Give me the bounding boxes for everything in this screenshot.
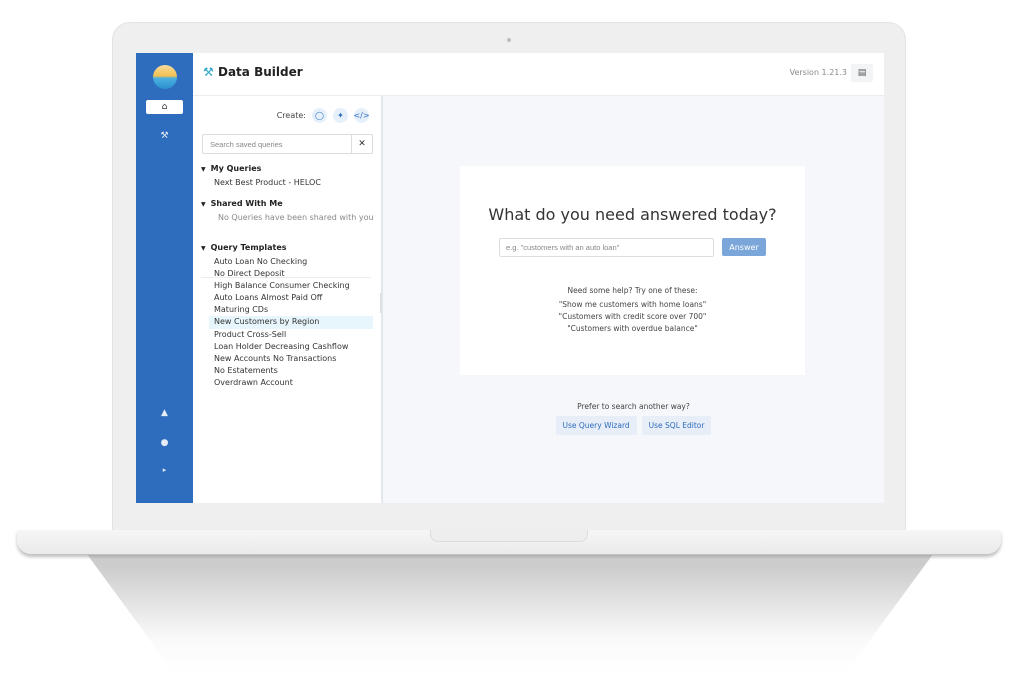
app-screen: ⌂ ⚒ ▲ ● ▸ ⚒ Data Builder Version 1.21.3 … <box>136 53 884 503</box>
book-icon: ▤ <box>857 68 867 78</box>
laptop-camera <box>507 38 511 42</box>
laptop-shadow <box>87 555 933 675</box>
search-box: ✕ <box>202 134 373 154</box>
prefer-label: Prefer to search another way? <box>577 402 690 411</box>
bank-button[interactable]: ⌂ <box>146 100 183 114</box>
nav-rail: ⌂ ⚒ ▲ ● ▸ <box>136 53 193 503</box>
logo-icon[interactable] <box>153 65 177 89</box>
laptop-notch <box>430 530 588 542</box>
create-sql-button[interactable]: </> <box>353 108 370 123</box>
template-list: Auto Loan No Checking No Direct Deposit … <box>209 256 373 389</box>
sql-editor-button[interactable]: Use SQL Editor <box>641 416 712 435</box>
clear-search-button[interactable]: ✕ <box>351 135 372 153</box>
help-title: Need some help? Try one of these: <box>567 286 698 295</box>
query-wizard-button[interactable]: Use Query Wizard <box>555 416 637 435</box>
bank-icon: ⌂ <box>161 102 168 112</box>
wrench-icon[interactable]: ⚒ <box>136 131 193 141</box>
query-sidebar: Create: ◯ ✦ </> ✕ ▼My Queries Next Best … <box>193 96 383 503</box>
template-item-selected[interactable]: New Customers by Region <box>209 316 373 329</box>
caret-down-icon: ▼ <box>201 166 206 173</box>
main-content: What do you need answered today? Answer … <box>383 96 884 503</box>
wand-icon: ✦ <box>337 111 344 120</box>
template-item[interactable]: High Balance Consumer Checking <box>209 280 373 292</box>
search-input[interactable] <box>203 135 351 153</box>
templates-header[interactable]: ▼ Query Templates <box>201 243 287 252</box>
docs-button[interactable]: ▤ <box>851 64 873 82</box>
suggestion[interactable]: "Customers with credit score over 700" <box>460 312 805 321</box>
code-icon: </> <box>353 111 370 120</box>
top-bar: ⚒ Data Builder Version 1.21.3 ▤ <box>193 53 884 96</box>
my-queries-header[interactable]: ▼ My Queries <box>201 164 261 173</box>
chat-icon: ◯ <box>315 111 324 120</box>
shared-empty-text: No Queries have been shared with you <box>218 213 374 222</box>
template-item[interactable]: Auto Loans Almost Paid Off <box>209 292 373 304</box>
user-icon[interactable]: ● <box>136 438 193 448</box>
template-item[interactable]: Overdrawn Account <box>209 377 373 389</box>
expand-icon[interactable]: ▸ <box>136 466 193 474</box>
template-item[interactable]: Maturing CDs <box>209 304 373 316</box>
shared-header[interactable]: ▼ Shared With Me <box>201 199 283 208</box>
create-chat-button[interactable]: ◯ <box>312 108 327 123</box>
version-label: Version 1.21.3 <box>789 68 847 77</box>
close-icon: ✕ <box>358 139 366 149</box>
alt-search-row: Use Query Wizard Use SQL Editor <box>383 416 884 435</box>
caret-down-icon: ▼ <box>201 245 206 252</box>
wrench-icon: ⚒ <box>203 65 214 79</box>
template-item[interactable]: No Direct Deposit <box>209 268 373 280</box>
suggestion[interactable]: "Customers with overdue balance" <box>460 324 805 333</box>
template-item[interactable]: No Estatements <box>209 365 373 377</box>
template-item[interactable]: Product Cross-Sell <box>209 329 373 341</box>
template-item[interactable]: Loan Holder Decreasing Cashflow <box>209 341 373 353</box>
create-row: Create: ◯ ✦ </> <box>276 108 370 123</box>
question-heading: What do you need answered today? <box>488 205 777 224</box>
template-item[interactable]: New Accounts No Transactions <box>209 353 373 365</box>
question-card: What do you need answered today? Answer … <box>460 166 805 375</box>
caret-down-icon: ▼ <box>201 201 206 208</box>
list-item[interactable]: Next Best Product - HELOC <box>214 178 321 187</box>
suggestion[interactable]: "Show me customers with home loans" <box>460 300 805 309</box>
app-title: Data Builder <box>218 65 303 79</box>
create-label: Create: <box>276 111 306 120</box>
answer-button[interactable]: Answer <box>722 238 766 256</box>
bell-icon[interactable]: ▲ <box>136 408 193 418</box>
panel-resize-handle[interactable] <box>380 293 382 313</box>
template-item[interactable]: Auto Loan No Checking <box>209 256 373 268</box>
question-input[interactable] <box>499 238 714 257</box>
create-wizard-button[interactable]: ✦ <box>333 108 348 123</box>
